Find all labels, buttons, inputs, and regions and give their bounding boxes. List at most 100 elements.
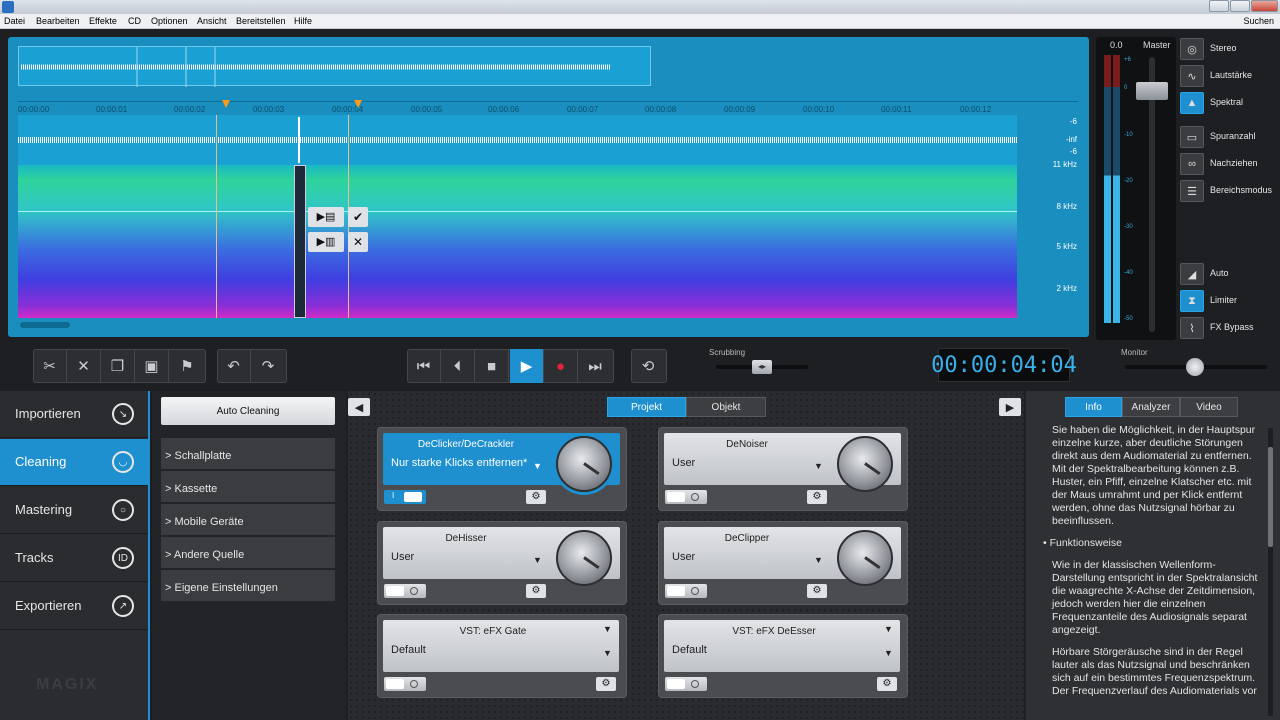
remove-icon[interactable]: ✕ bbox=[348, 232, 368, 252]
tab-projekt[interactable]: Projekt bbox=[607, 397, 686, 417]
master-fader-handle[interactable] bbox=[1136, 82, 1168, 100]
tab-info[interactable]: Info bbox=[1065, 397, 1122, 417]
fx-display[interactable]: VST: eFX Gate ▼ Default ▼ bbox=[383, 620, 619, 672]
search-link[interactable]: Suchen bbox=[1243, 16, 1274, 26]
menu-bereitstellen[interactable]: Bereitstellen bbox=[236, 16, 286, 26]
fx-toggle[interactable] bbox=[384, 584, 426, 598]
spectral-icon[interactable]: ▲ bbox=[1180, 92, 1204, 114]
fx-toggle[interactable] bbox=[665, 677, 707, 691]
stereo-icon[interactable]: ◎ bbox=[1180, 38, 1204, 60]
fx-display[interactable]: VST: eFX DeEsser ▼ Default ▼ bbox=[664, 620, 900, 672]
marker-start-icon[interactable] bbox=[222, 100, 230, 108]
play-selection-button[interactable]: ▶▤ bbox=[308, 207, 344, 227]
timeline-ruler[interactable]: 00:00:00 00:00:01 00:00:02 00:00:03 00:0… bbox=[18, 100, 1078, 115]
fx-toggle[interactable] bbox=[384, 677, 426, 691]
undo-icon[interactable]: ↶ bbox=[217, 349, 251, 383]
selection-box[interactable] bbox=[294, 165, 306, 318]
close-button[interactable] bbox=[1251, 0, 1278, 12]
dropdown-arrow-icon[interactable]: ▼ bbox=[533, 461, 542, 471]
gear-icon[interactable]: ⚙ bbox=[526, 490, 546, 504]
menu-datei[interactable]: Datei bbox=[4, 16, 25, 26]
scrubbing-handle[interactable]: ◂▸ bbox=[752, 360, 772, 374]
marker-flag-icon[interactable]: ⚑ bbox=[170, 349, 204, 383]
menu-bearbeiten[interactable]: Bearbeiten bbox=[36, 16, 80, 26]
copy-icon[interactable]: ❐ bbox=[101, 349, 135, 383]
plugin-select-arrow-icon[interactable]: ▼ bbox=[603, 624, 612, 634]
gear-icon[interactable]: ⚙ bbox=[807, 490, 827, 504]
fx-bypass-icon[interactable]: ⌇ bbox=[1180, 317, 1204, 339]
limiter-icon[interactable]: ⧗ bbox=[1180, 290, 1204, 312]
horizontal-scrollbar[interactable] bbox=[18, 322, 1078, 330]
menu-hilfe[interactable]: Hilfe bbox=[294, 16, 312, 26]
gear-icon[interactable]: ⚙ bbox=[526, 584, 546, 598]
plugin-select-arrow-icon[interactable]: ▼ bbox=[884, 624, 893, 634]
skip-to-end-icon[interactable]: ⏭ bbox=[578, 349, 612, 383]
preset-kassette[interactable]: > Kassette bbox=[161, 471, 335, 503]
paste-icon[interactable]: ▣ bbox=[135, 349, 169, 383]
tab-video[interactable]: Video bbox=[1180, 397, 1238, 417]
menu-cd[interactable]: CD bbox=[128, 16, 141, 26]
app-icon[interactable] bbox=[2, 1, 14, 13]
loop-icon[interactable]: ⟲ bbox=[631, 349, 665, 383]
scroll-thumb[interactable] bbox=[20, 322, 70, 328]
menu-ansicht[interactable]: Ansicht bbox=[197, 16, 227, 26]
gear-icon[interactable]: ⚙ bbox=[596, 677, 616, 691]
info-scroll-thumb[interactable] bbox=[1268, 447, 1273, 547]
nav-mastering[interactable]: Mastering ○ bbox=[0, 487, 148, 534]
dropdown-arrow-icon[interactable]: ▼ bbox=[814, 461, 823, 471]
auto-cleaning-button[interactable]: Auto Cleaning bbox=[161, 397, 335, 425]
dropdown-arrow-icon[interactable]: ▼ bbox=[533, 555, 542, 565]
fx-preset: User bbox=[391, 551, 415, 563]
volume-curve-icon[interactable]: ∿ bbox=[1180, 65, 1204, 87]
delete-icon[interactable]: ✕ bbox=[67, 349, 101, 383]
fx-toggle[interactable]: I bbox=[384, 490, 426, 504]
nav-exportieren[interactable]: Exportieren ↗ bbox=[0, 583, 148, 630]
redo-icon[interactable]: ↷ bbox=[251, 349, 285, 383]
stop-icon[interactable]: ■ bbox=[475, 349, 509, 383]
tab-objekt[interactable]: Objekt bbox=[686, 397, 766, 417]
arrow-right-icon[interactable]: ▶ bbox=[999, 398, 1021, 416]
gear-icon[interactable]: ⚙ bbox=[807, 584, 827, 598]
preset-mobile-geraete[interactable]: > Mobile Geräte bbox=[161, 504, 335, 536]
fx-toggle[interactable] bbox=[665, 490, 707, 504]
skip-to-start-icon[interactable]: ⏮ bbox=[407, 349, 441, 383]
marker-end-icon[interactable] bbox=[354, 100, 362, 108]
previous-icon[interactable]: ⏴ bbox=[441, 349, 475, 383]
fx-title: DeClipper bbox=[724, 533, 770, 544]
play-without-selection-button[interactable]: ▶▥ bbox=[308, 232, 344, 252]
fx-knob[interactable] bbox=[556, 436, 612, 492]
nav-importieren[interactable]: Importieren ↘ bbox=[0, 391, 148, 438]
link-icon[interactable]: ∞ bbox=[1180, 153, 1204, 175]
fx-knob[interactable] bbox=[837, 436, 893, 492]
nav-cleaning[interactable]: Cleaning ◡ bbox=[0, 439, 148, 486]
record-icon[interactable]: ● bbox=[544, 349, 578, 383]
range-mode-icon[interactable]: ☰ bbox=[1180, 180, 1204, 202]
overview-waveform[interactable] bbox=[18, 46, 651, 87]
menu-effekte[interactable]: Effekte bbox=[89, 16, 117, 26]
menu-optionen[interactable]: Optionen bbox=[151, 16, 188, 26]
fx-knob[interactable] bbox=[837, 530, 893, 586]
minimize-button[interactable] bbox=[1209, 0, 1229, 12]
auto-icon[interactable]: ◢ bbox=[1180, 263, 1204, 285]
fx-knob[interactable] bbox=[556, 530, 612, 586]
track-count-icon[interactable]: ▭ bbox=[1180, 126, 1204, 148]
monitor-handle[interactable] bbox=[1186, 358, 1204, 376]
preset-schallplatte[interactable]: > Schallplatte bbox=[161, 438, 335, 470]
preset-andere-quelle[interactable]: > Andere Quelle bbox=[161, 537, 335, 569]
dropdown-arrow-icon[interactable]: ▼ bbox=[603, 648, 612, 658]
maximize-button[interactable] bbox=[1230, 0, 1250, 12]
arrow-left-icon[interactable]: ◀ bbox=[348, 398, 370, 416]
confirm-icon[interactable]: ✔ bbox=[348, 207, 368, 227]
spectrogram[interactable] bbox=[18, 165, 1017, 318]
preset-eigene-einstellungen[interactable]: > Eigene Einstellungen bbox=[161, 570, 335, 602]
spectral-track[interactable]: ▶▤ ✔ ▶▥ ✕ bbox=[18, 115, 1017, 318]
fx-toggle[interactable] bbox=[665, 584, 707, 598]
tab-analyzer[interactable]: Analyzer bbox=[1122, 397, 1180, 417]
dropdown-arrow-icon[interactable]: ▼ bbox=[884, 648, 893, 658]
cut-icon[interactable]: ✂ bbox=[33, 349, 67, 383]
meter-bar-right bbox=[1113, 55, 1120, 323]
nav-tracks[interactable]: Tracks ID bbox=[0, 535, 148, 582]
dropdown-arrow-icon[interactable]: ▼ bbox=[814, 555, 823, 565]
gear-icon[interactable]: ⚙ bbox=[877, 677, 897, 691]
play-icon[interactable]: ▶ bbox=[510, 349, 544, 383]
